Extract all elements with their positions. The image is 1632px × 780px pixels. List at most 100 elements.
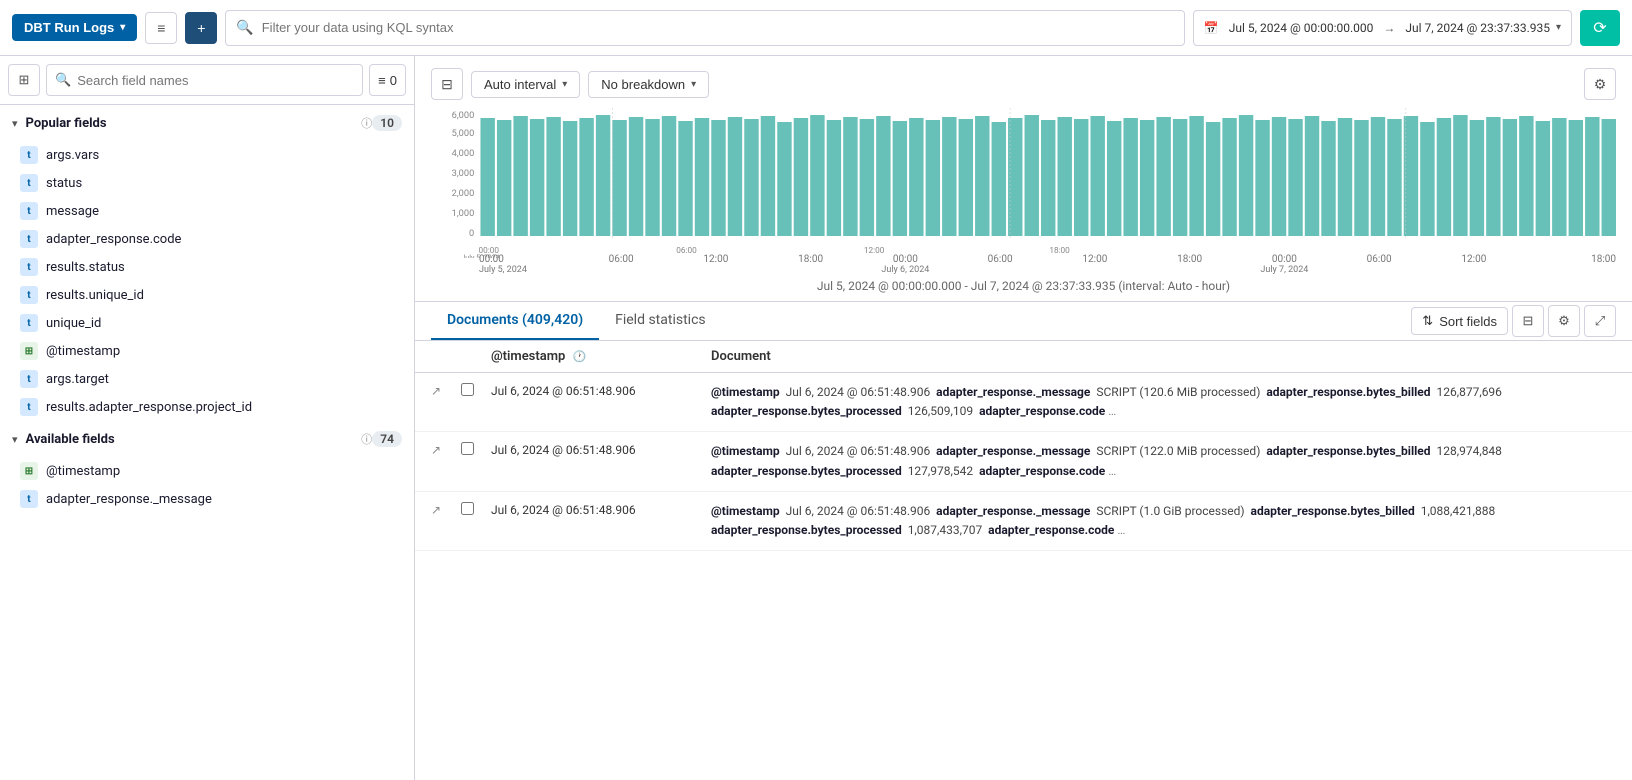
top-bar: DBT Run Logs ▾ ≡ + 🔍 📅 Jul 5, 2024 @ 00:… [0,0,1632,56]
calendar-type-icon: ⊞ [20,342,38,360]
field-type-icon: t [20,370,38,388]
main-layout: ⊞ 🔍 ≡ 0 ▾ Popular fields ⓘ 10 t args.var… [0,56,1632,780]
interval-label: Auto interval [484,77,556,92]
sidebar-list: ▾ Popular fields ⓘ 10 t args.vars t stat… [0,105,414,780]
field-type-icon: t [20,146,38,164]
popular-fields-count: 10 [372,115,402,131]
field-args-target[interactable]: t args.target [0,365,414,393]
filter-count: 0 [390,73,397,88]
breakdown-button[interactable]: No breakdown ▾ [588,71,709,98]
row-checkbox-input[interactable] [461,502,474,515]
field-name: message [46,204,99,219]
field-label: adapter_response.code [988,523,1114,537]
field-adapter-response-code[interactable]: t adapter_response.code [0,225,414,253]
filter-icon-button[interactable]: ≡ [145,12,177,44]
toggle-sidebar-button[interactable]: ⊞ [8,64,40,96]
timestamp-field-label: @timestamp [711,385,780,399]
calendar-type-icon: ⊞ [20,462,38,480]
row-checkbox[interactable] [461,383,491,399]
chevron-down-icon: ▾ [562,79,567,90]
interval-button[interactable]: Auto interval ▾ [471,71,580,98]
field-args-vars[interactable]: t args.vars [0,141,414,169]
date-range-picker[interactable]: 📅 Jul 5, 2024 @ 00:00:00.000 → Jul 7, 20… [1193,10,1572,46]
field-unique-id[interactable]: t unique_id [0,309,414,337]
chevron-down-icon: ▾ [12,117,18,130]
field-type-icon: t [20,286,38,304]
add-icon-button[interactable]: + [185,12,217,44]
search-fields-input[interactable] [77,73,354,88]
dbt-run-logs-button[interactable]: DBT Run Logs ▾ [12,14,137,41]
field-name: args.target [46,372,109,387]
timestamp-field-label: @timestamp [711,444,780,458]
field-label: adapter_response.bytes_processed [711,464,902,478]
available-fields-count: 74 [372,431,402,447]
tab-documents[interactable]: Documents (409,420) [431,302,599,340]
field-results-unique-id[interactable]: t results.unique_id [0,281,414,309]
ellipsis: … [1108,464,1116,478]
field-name: results.unique_id [46,288,144,303]
expand-button[interactable]: ⤢ [1584,305,1616,337]
svg-text:0: 0 [469,229,474,239]
field-label: adapter_response._message [936,385,1090,399]
row-checkbox[interactable] [461,442,491,458]
field-results-adapter-project-id[interactable]: t results.adapter_response.project_id [0,393,414,421]
timestamp-header-label: @timestamp [491,349,565,364]
field-label: adapter_response.code [979,464,1105,478]
kql-filter-input[interactable] [262,20,1174,35]
svg-text:6,000: 6,000 [452,111,475,121]
chart-type-button[interactable]: ⊟ [431,68,463,100]
field-type-icon: t [20,202,38,220]
chevron-down-icon: ▾ [691,79,696,90]
field-label: adapter_response.bytes_billed [1251,504,1415,518]
field-message[interactable]: t message [0,197,414,225]
expand-row-button[interactable]: ↗ [431,442,461,457]
kql-filter-bar: 🔍 [225,10,1185,46]
field-label: adapter_response.code [979,404,1105,418]
row-checkbox[interactable] [461,502,491,518]
ellipsis: … [1108,404,1116,418]
field-status[interactable]: t status [0,169,414,197]
timestamp-col-header: @timestamp 🕐 [491,349,711,364]
field-type-icon: t [20,230,38,248]
sort-fields-button[interactable]: ⇅ Sort fields [1411,307,1508,335]
chart-settings-button[interactable]: ⚙ [1584,68,1616,100]
chart-container: ⊟ Auto interval ▾ No breakdown ▾ ⚙ 6,000… [415,56,1632,302]
row-document: @timestamp Jul 6, 2024 @ 06:51:48.906 ad… [711,442,1616,480]
svg-text:4,000: 4,000 [452,149,475,159]
row-checkbox-input[interactable] [461,383,474,396]
field-label: adapter_response.bytes_billed [1266,444,1430,458]
search-fields-container: 🔍 [46,64,363,96]
chevron-down-icon: ▾ [120,22,125,33]
popular-fields-title: Popular fields [26,116,358,131]
field-name: @timestamp [46,344,120,359]
tabs-bar: Documents (409,420) Field statistics ⇅ S… [415,302,1632,341]
bar-chart: 6,000 5,000 4,000 3,000 2,000 1,000 0 [431,108,1616,258]
table-row: ↗ Jul 6, 2024 @ 06:51:48.906 @timestamp … [415,492,1632,551]
calendar-icon: 📅 [1204,21,1219,35]
chevron-down-icon: ▾ [1556,22,1561,33]
field-results-status[interactable]: t results.status [0,253,414,281]
field-label: adapter_response._message [936,444,1090,458]
chart-subtitle: Jul 5, 2024 @ 00:00:00.000 - Jul 7, 2024… [431,273,1616,301]
expand-row-button[interactable]: ↗ [431,502,461,517]
popular-fields-section-header[interactable]: ▾ Popular fields ⓘ 10 [0,105,414,141]
filter-count-button[interactable]: ≡ 0 [369,64,406,96]
timestamp-field-label: @timestamp [711,504,780,518]
help-icon: ⓘ [361,115,372,131]
column-settings-button[interactable]: ⚙ [1548,305,1580,337]
expand-row-button[interactable]: ↗ [431,383,461,398]
svg-text:2,000: 2,000 [452,189,475,199]
refresh-button[interactable]: ⟳ [1580,10,1620,46]
field-adapter-response-message[interactable]: t adapter_response._message [0,485,414,513]
field-timestamp-popular[interactable]: ⊞ @timestamp [0,337,414,365]
field-label: adapter_response._message [936,504,1090,518]
field-type-icon: t [20,398,38,416]
field-type-icon: t [20,314,38,332]
table-view-button[interactable]: ⊟ [1512,305,1544,337]
row-checkbox-input[interactable] [461,442,474,455]
sort-icon: ⇅ [1422,313,1433,329]
tab-field-statistics[interactable]: Field statistics [599,302,722,340]
field-timestamp-available[interactable]: ⊞ @timestamp [0,457,414,485]
date-end: Jul 7, 2024 @ 23:37:33.935 [1405,21,1550,35]
available-fields-section-header[interactable]: ▾ Available fields ⓘ 74 [0,421,414,457]
